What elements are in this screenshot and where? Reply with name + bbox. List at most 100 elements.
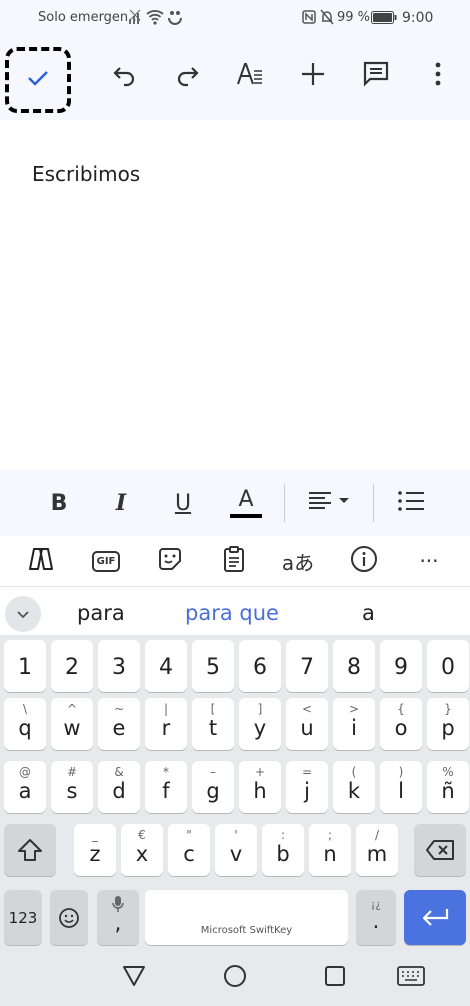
key-2[interactable]: 2 (51, 640, 93, 692)
key-t[interactable]: [t (192, 698, 234, 750)
key-n-tilde[interactable]: % ñ (427, 761, 469, 813)
keyboard-icon (397, 966, 425, 990)
redo-button[interactable] (165, 54, 209, 98)
key-l[interactable]: ) l (380, 761, 422, 813)
key-p[interactable]: } p (427, 698, 469, 750)
comma-key[interactable]: , (97, 890, 139, 945)
translate-button[interactable]: aあ (281, 545, 315, 577)
status-bar: Solo emergen… 99 % 9:00 (0, 0, 470, 36)
key-f[interactable]: * f (145, 761, 187, 813)
home-button[interactable] (220, 964, 250, 992)
key-o[interactable]: {o (380, 698, 422, 750)
key-u[interactable]: < u (286, 698, 328, 750)
key-m[interactable]: / m (356, 824, 398, 876)
document-text[interactable]: Escribimos (32, 162, 140, 186)
emoji-key[interactable] (50, 890, 88, 945)
key-7[interactable]: 7 (286, 640, 328, 692)
key-j[interactable]: = j (286, 761, 328, 813)
key-8[interactable]: 8 (333, 640, 375, 692)
separator (373, 484, 374, 522)
recents-square-icon (324, 965, 346, 991)
key-1[interactable]: 1 (4, 640, 46, 692)
format-bar: B I U A (0, 470, 470, 536)
gif-button[interactable]: GIF (89, 545, 123, 577)
bulleted-list-icon (397, 489, 425, 517)
bell-off-icon (320, 9, 334, 29)
underline-button[interactable]: U (168, 484, 198, 522)
clipboard-icon (222, 545, 246, 577)
app-notification-icon (168, 9, 182, 29)
key-y[interactable]: ] y (239, 698, 281, 750)
separator (284, 484, 285, 522)
suggestion-1[interactable]: para (77, 601, 125, 625)
key-5[interactable]: 5 (192, 640, 234, 692)
document-body[interactable]: Escribimos (0, 120, 470, 470)
enter-icon (404, 890, 466, 945)
key-b[interactable]: :b (262, 824, 304, 876)
add-icon (299, 60, 327, 92)
space-key[interactable]: Microsoft SwiftKey (145, 890, 348, 945)
text-color-letter: A (238, 487, 254, 512)
more-options-button[interactable] (416, 54, 460, 98)
undo-button[interactable] (103, 54, 147, 98)
key-s[interactable]: # s (51, 761, 93, 813)
enter-key[interactable] (404, 890, 466, 945)
backspace-key[interactable] (414, 824, 466, 876)
key-k[interactable]: (k (333, 761, 375, 813)
key-6[interactable]: 6 (239, 640, 281, 692)
emoji-icon (50, 890, 88, 945)
key-x[interactable]: € x (121, 824, 163, 876)
bulleted-list-button[interactable] (396, 484, 426, 522)
more-tools-button[interactable]: ··· (412, 545, 446, 577)
key-n[interactable]: ; n (309, 824, 351, 876)
gif-icon: GIF (91, 550, 121, 572)
keyboard-toolbar: GIF aあ ··· (0, 536, 470, 586)
key-z[interactable]: _ z (74, 824, 116, 876)
key-9[interactable]: 9 (380, 640, 422, 692)
recents-button[interactable] (320, 964, 350, 992)
done-button[interactable] (5, 47, 71, 113)
key-4[interactable]: 4 (145, 640, 187, 692)
battery-percent: 99 % (337, 10, 371, 25)
symbols-key[interactable]: 123 (4, 890, 42, 945)
insert-button[interactable] (291, 54, 335, 98)
copilot-button[interactable] (24, 545, 58, 577)
back-button[interactable] (119, 964, 149, 992)
key-h[interactable]: + h (239, 761, 281, 813)
sticker-icon (157, 546, 183, 576)
key-r[interactable]: | r (145, 698, 187, 750)
key-c[interactable]: " c (168, 824, 210, 876)
key-w[interactable]: ^ w (51, 698, 93, 750)
sticker-button[interactable] (153, 545, 187, 577)
carrier-label: Solo emergen… (38, 10, 142, 25)
shift-key[interactable] (4, 824, 56, 876)
key-v[interactable]: ' v (215, 824, 257, 876)
key-0[interactable]: 0 (427, 640, 469, 692)
text-format-icon (236, 60, 264, 92)
text-color-button[interactable]: A (228, 484, 264, 522)
key-i[interactable]: > i (333, 698, 375, 750)
collapse-suggestions-button[interactable] (5, 596, 41, 632)
info-button[interactable] (347, 545, 381, 577)
text-format-button[interactable] (228, 54, 272, 98)
key-a[interactable]: @ a (4, 761, 46, 813)
clipboard-button[interactable] (217, 545, 251, 577)
copilot-icon (26, 545, 56, 577)
align-button[interactable] (306, 484, 354, 522)
key-q[interactable]: \ q (4, 698, 46, 750)
period-key[interactable]: ¡¿ . (356, 890, 396, 945)
key-d[interactable]: & d (98, 761, 140, 813)
backspace-icon (414, 824, 466, 876)
more-vert-icon (424, 60, 452, 92)
bold-button[interactable]: B (44, 484, 74, 522)
suggestion-2[interactable]: para que (185, 601, 279, 625)
suggestion-3[interactable]: a (362, 601, 375, 625)
comment-button[interactable] (354, 54, 398, 98)
key-3[interactable]: 3 (98, 640, 140, 692)
home-circle-icon (222, 963, 248, 993)
key-e[interactable]: ~ e (98, 698, 140, 750)
key-g[interactable]: – g (192, 761, 234, 813)
italic-button[interactable]: I (106, 484, 136, 522)
align-left-icon (307, 489, 353, 517)
keyboard-switch-button[interactable] (396, 964, 426, 992)
